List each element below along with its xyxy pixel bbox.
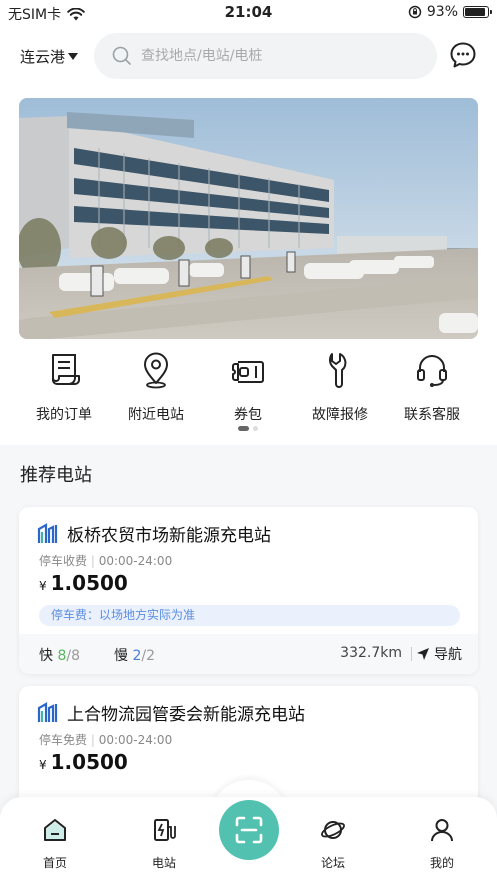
station-price: ¥1.0500 (39, 750, 128, 774)
user-icon (431, 819, 453, 842)
home-icon (44, 819, 66, 841)
section-title: 推荐电站 (20, 465, 92, 486)
parking-status: 停车收费 (39, 554, 88, 568)
parking-status: 停车免费 (39, 733, 88, 747)
menu-label: 故障报修 (312, 407, 368, 423)
slow-label: 慢 (114, 648, 128, 664)
opening-hours: 00:00-24:00 (98, 733, 173, 747)
scan-button[interactable] (219, 800, 279, 860)
station-name: 上合物流园管委会新能源充电站 (67, 705, 305, 725)
headset-icon (417, 355, 447, 387)
menu-nearby-stations[interactable]: 附近电站 (111, 350, 201, 424)
navigation-arrow-icon (417, 648, 429, 660)
tab-label: 论坛 (320, 856, 345, 870)
status-bar: 无SIM卡 21:04 93% (0, 0, 497, 26)
fast-total: /8 (66, 648, 80, 664)
search-icon (112, 46, 131, 65)
page-dot-active (238, 426, 249, 431)
battery-level (465, 8, 486, 16)
order-icon (52, 354, 80, 385)
header: 连云港 (0, 26, 497, 90)
menu-my-orders[interactable]: 我的订单 (19, 350, 109, 424)
banner-image[interactable] (19, 98, 478, 339)
tab-stations[interactable]: 电站 (134, 817, 194, 871)
parking-fee-note: 停车费：以场地方实际为准 (39, 605, 460, 626)
tab-forum[interactable]: 论坛 (303, 817, 363, 871)
station-distance: 332.7km (340, 645, 402, 661)
station-logo-icon (37, 522, 58, 543)
currency-symbol: ¥ (39, 758, 47, 772)
station-header: 上合物流园管委会新能源充电站 (37, 700, 305, 725)
menu-label: 我的订单 (36, 407, 92, 423)
divider (411, 647, 412, 661)
quick-menu: 我的订单 附近电站 券包 故障报修 联系客服 (0, 340, 497, 445)
battery-icon (463, 6, 492, 18)
station-card[interactable]: 板桥农贸市场新能源充电站 停车收费 | 00:00-24:00 ¥1.0500 … (19, 507, 478, 674)
fast-label: 快 (39, 648, 53, 664)
location-icon (144, 352, 168, 389)
tab-home[interactable]: 首页 (25, 817, 85, 871)
banner-section (0, 90, 497, 340)
charging-station-photo (19, 98, 478, 339)
price-value: 1.0500 (50, 750, 128, 774)
station-name: 板桥农贸市场新能源充电站 (67, 526, 271, 546)
price-value: 1.0500 (50, 571, 128, 595)
tab-profile[interactable]: 我的 (412, 817, 472, 871)
message-icon[interactable] (449, 41, 477, 69)
status-right: 93% (408, 4, 492, 20)
fast-charger-count: 快 8/8 (39, 645, 80, 665)
tab-label: 首页 (42, 856, 67, 870)
menu-customer-service[interactable]: 联系客服 (387, 350, 477, 424)
opening-hours: 00:00-24:00 (98, 554, 173, 568)
search-bar[interactable] (94, 33, 437, 79)
scan-icon (235, 816, 263, 844)
wrench-icon (329, 353, 347, 388)
tab-label: 电站 (151, 856, 176, 870)
navigate-label: 导航 (434, 647, 462, 663)
page-dot (253, 426, 258, 431)
station-price: ¥1.0500 (39, 571, 128, 595)
slow-charger-count: 慢 2/2 (114, 645, 155, 665)
battery-percent: 93% (426, 4, 458, 20)
station-footer: 快 8/8 慢 2/2 332.7km 导航 (19, 634, 478, 674)
station-info: 停车免费 | 00:00-24:00 (39, 733, 173, 747)
charger-icon (154, 819, 176, 841)
menu-repair[interactable]: 故障报修 (295, 350, 385, 424)
station-info: 停车收费 | 00:00-24:00 (39, 554, 173, 568)
menu-label: 券包 (234, 407, 262, 423)
menu-label: 附近电站 (128, 407, 184, 423)
station-header: 板桥农贸市场新能源充电站 (37, 521, 271, 546)
navigate-button[interactable]: 导航 (416, 644, 462, 664)
city-label: 连云港 (20, 48, 66, 66)
currency-symbol: ¥ (39, 579, 47, 593)
menu-coupons[interactable]: 券包 (203, 350, 293, 424)
city-selector[interactable]: 连云港 (20, 46, 79, 67)
menu-label: 联系客服 (404, 407, 460, 423)
slow-total: /2 (141, 648, 155, 664)
caret-down-icon (68, 53, 79, 60)
station-logo-icon (37, 701, 58, 722)
planet-icon (321, 821, 345, 839)
search-input[interactable] (141, 48, 411, 64)
page-indicator (238, 426, 258, 431)
tab-label: 我的 (429, 856, 454, 870)
coupon-icon (232, 361, 264, 383)
rotation-lock-icon (408, 5, 422, 19)
